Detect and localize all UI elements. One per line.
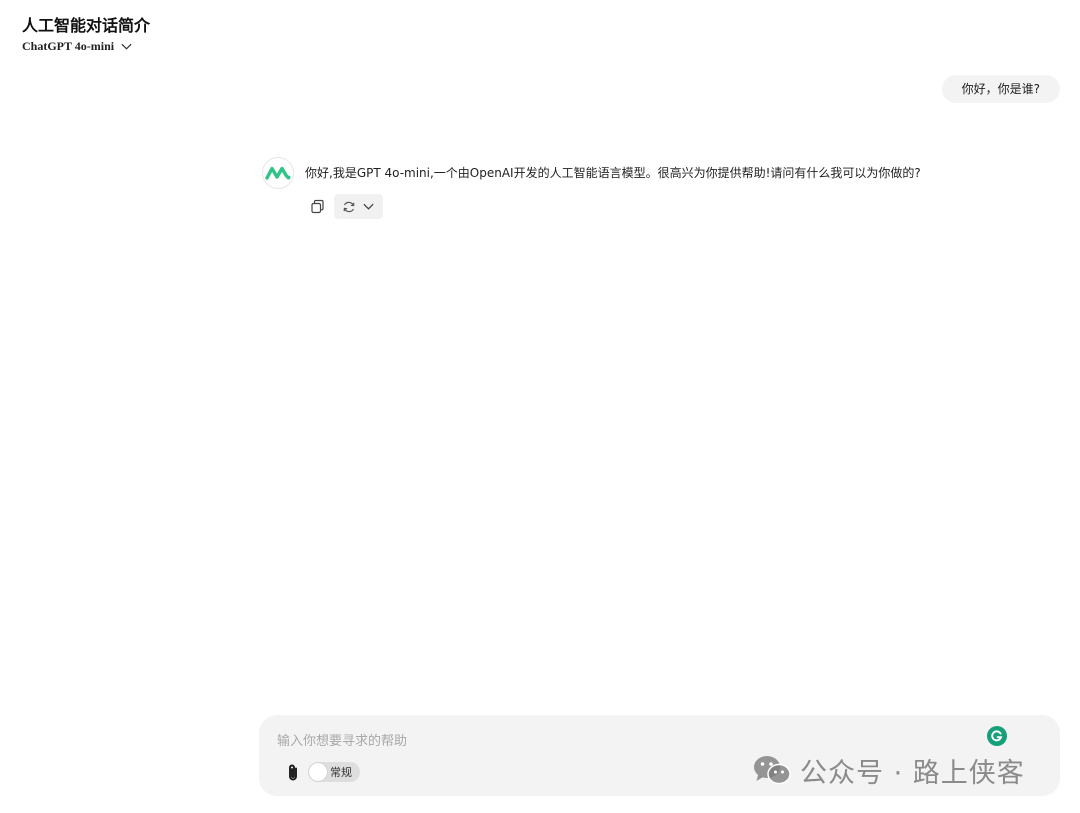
message-input[interactable]	[277, 732, 957, 750]
assistant-message-text: 你好,我是GPT 4o-mini,一个由OpenAI开发的人工智能语言模型。很高…	[305, 166, 921, 180]
chevron-down-icon	[363, 203, 374, 210]
grammarly-button[interactable]	[987, 726, 1007, 746]
model-selector[interactable]: ChatGPT 4o-mini	[22, 39, 150, 54]
chevron-down-icon	[121, 43, 132, 50]
brand-logo-icon	[265, 166, 291, 180]
regenerate-button[interactable]	[334, 194, 383, 219]
grammarly-icon	[991, 730, 1003, 742]
mode-label: 常规	[330, 766, 352, 779]
message-composer: 常规	[259, 715, 1060, 796]
copy-icon	[310, 199, 324, 214]
toggle-knob	[309, 763, 327, 781]
model-name: ChatGPT 4o-mini	[22, 39, 115, 53]
mode-toggle[interactable]: 常规	[308, 762, 360, 782]
assistant-message: 你好,我是GPT 4o-mini,一个由OpenAI开发的人工智能语言模型。很高…	[262, 157, 921, 219]
message-actions	[308, 194, 921, 219]
chat-header: 人工智能对话简介 ChatGPT 4o-mini	[22, 16, 150, 54]
assistant-avatar	[262, 157, 294, 189]
refresh-icon	[343, 201, 355, 212]
user-message-bubble: 你好，你是谁?	[941, 75, 1060, 103]
page-title: 人工智能对话简介	[22, 16, 151, 35]
copy-button[interactable]	[308, 198, 326, 216]
paperclip-icon[interactable]	[285, 763, 301, 783]
